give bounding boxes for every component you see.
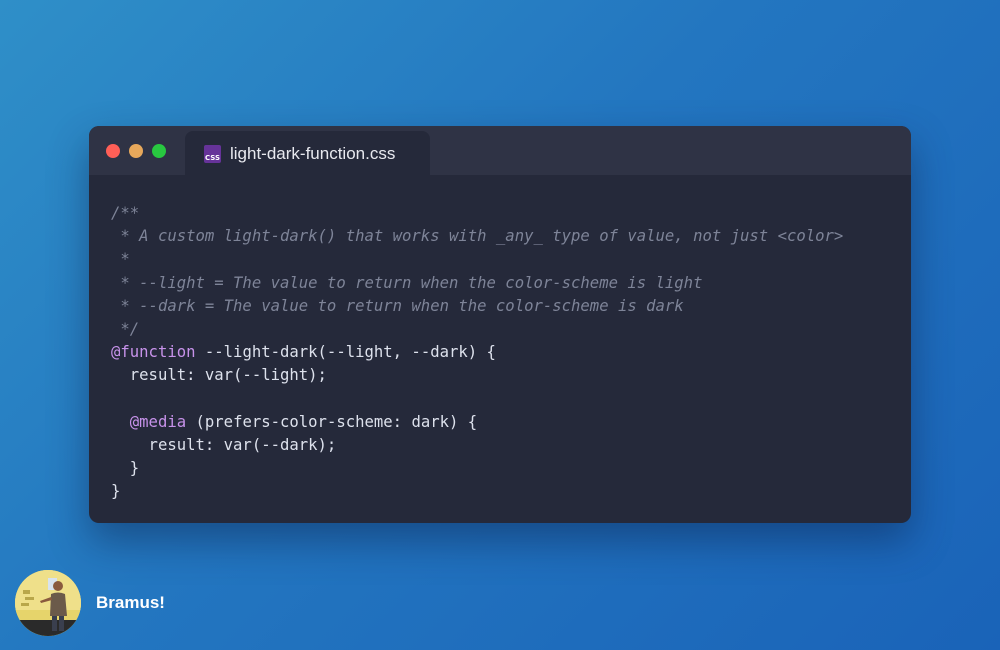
file-tab-title: light-dark-function.css	[230, 144, 396, 163]
code-line: * A custom light-dark() that works with …	[111, 227, 844, 246]
close-window-button[interactable]	[106, 144, 120, 158]
code-line: result: var(--light);	[111, 366, 327, 385]
code-keyword: @media	[129, 412, 187, 431]
code-window: CSS light-dark-function.css /** * A cust…	[89, 126, 911, 523]
code-line: }	[111, 459, 140, 478]
code-text: (prefers-color-scheme: dark) {	[186, 412, 478, 431]
file-tab[interactable]: CSS light-dark-function.css	[185, 131, 430, 175]
minimize-window-button[interactable]	[129, 144, 143, 158]
code-line: @media (prefers-color-scheme: dark) {	[111, 411, 843, 434]
code-line: * --light = The value to return when the…	[111, 273, 703, 292]
code-line: * --dark = The value to return when the …	[111, 296, 684, 315]
code-line: /**	[111, 204, 140, 222]
title-bar: CSS light-dark-function.css	[89, 126, 911, 175]
code-line: *	[111, 250, 130, 269]
code-line: */	[111, 319, 140, 338]
code-line: result: var(--dark);	[111, 435, 337, 454]
author-name: Bramus!	[96, 593, 165, 612]
avatar-photo-icon	[15, 570, 81, 636]
code-line: @function --light-dark(--light, --dark) …	[111, 341, 843, 364]
code-block: /** * A custom light-dark() that works w…	[111, 202, 843, 503]
code-keyword: @function	[111, 343, 196, 362]
css-file-icon: CSS	[204, 145, 221, 163]
author-avatar	[15, 570, 81, 636]
maximize-window-button[interactable]	[152, 144, 166, 158]
code-line: }	[111, 482, 121, 501]
code-text: --light-dark(--light, --dark) {	[195, 343, 496, 362]
